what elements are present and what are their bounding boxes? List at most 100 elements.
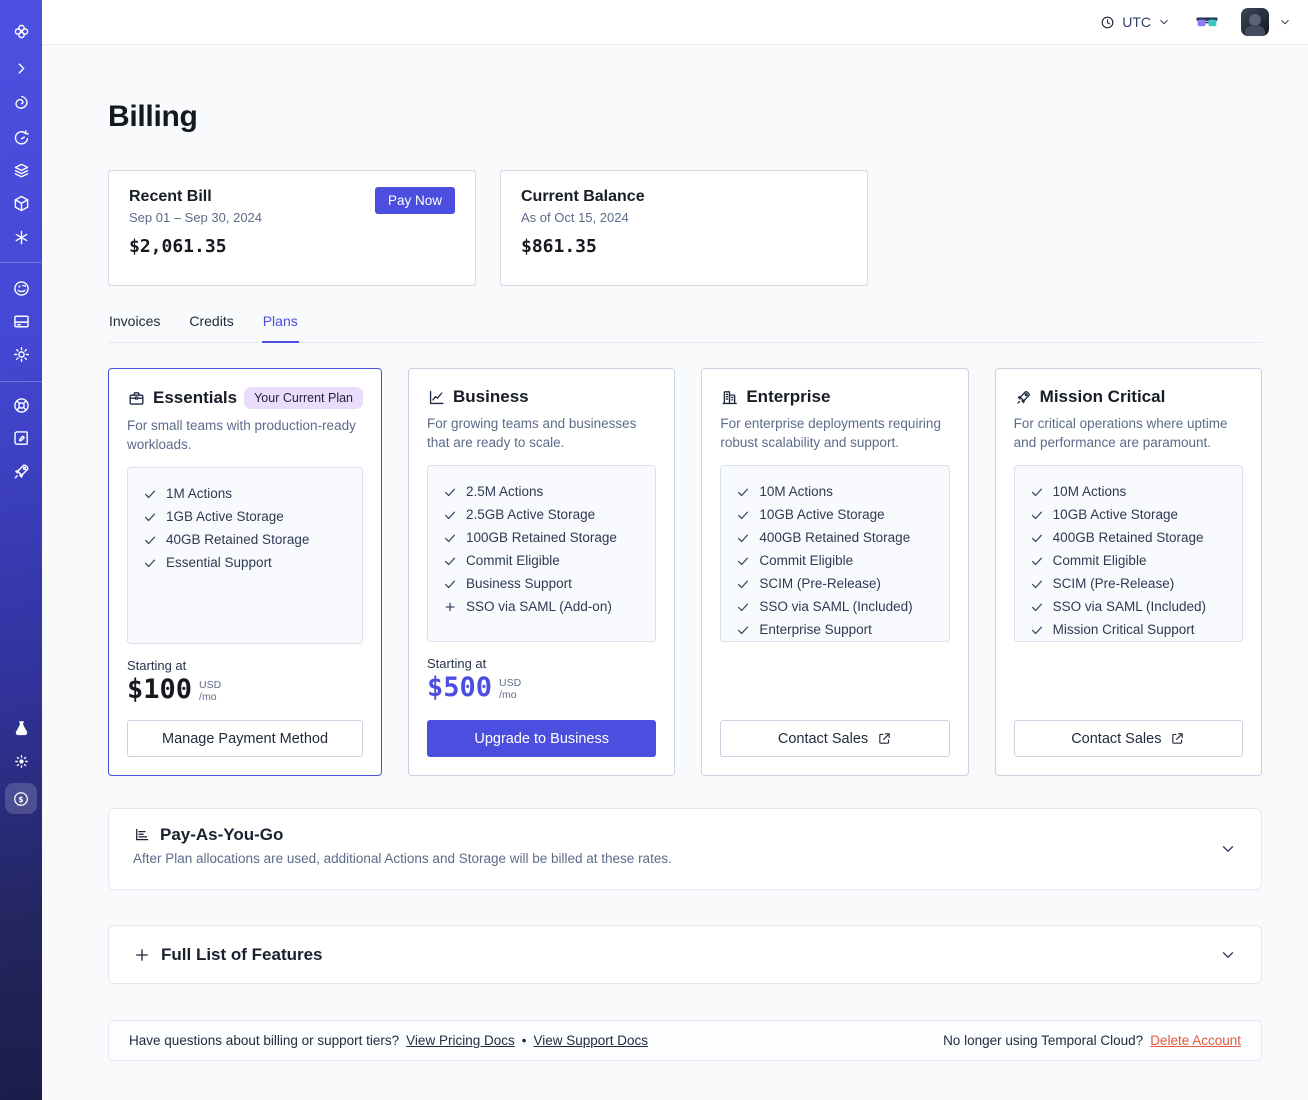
plan-feature-label: 10GB Active Storage: [1052, 507, 1178, 522]
3d-glasses-icon[interactable]: [1194, 12, 1220, 32]
chart-line-icon: [427, 388, 446, 407]
timer-icon[interactable]: [10, 126, 32, 148]
plan-feature-label: 10M Actions: [1052, 484, 1127, 499]
flask-icon[interactable]: [10, 717, 32, 739]
chevron-down-icon[interactable]: [1219, 840, 1237, 858]
spiral-icon[interactable]: [10, 92, 32, 114]
plan-feature-list: 10M Actions 10GB Active Storage 400GB Reta…: [720, 465, 950, 642]
plan-feature-label: 400GB Retained Storage: [759, 530, 911, 545]
payg-title: Pay-As-You-Go: [160, 825, 284, 844]
page-title: Billing: [108, 100, 198, 133]
sun-icon[interactable]: [10, 750, 32, 772]
plan-card-business: Business For growing teams and businesse…: [408, 368, 676, 776]
plan-description: For enterprise deployments requiring rob…: [720, 416, 941, 450]
plan-feature-label: Business Support: [466, 576, 572, 591]
check-icon: [144, 536, 156, 544]
check-icon: [444, 511, 456, 519]
check-icon: [738, 580, 749, 588]
contact-sales-label: Contact Sales: [777, 730, 869, 747]
current-balance-date: As of Oct 15, 2024: [521, 210, 629, 225]
price-currency: USD: [199, 679, 222, 691]
plan-feature-item: 400GB Retained Storage: [736, 530, 933, 545]
plan-name: Business: [453, 387, 529, 406]
check-icon: [1031, 557, 1042, 565]
plan-name: Enterprise: [746, 387, 831, 406]
chevron-down-icon[interactable]: [1278, 15, 1292, 29]
billing-dollar-icon[interactable]: $: [5, 783, 37, 814]
plan-feature-label: 10M Actions: [759, 484, 833, 499]
plan-feature-item: Business Support: [443, 576, 640, 591]
tab-plans[interactable]: Plans: [261, 309, 299, 343]
contact-sales-button[interactable]: Contact Sales: [1013, 720, 1243, 757]
plus-icon: [133, 946, 151, 964]
pricing-docs-link[interactable]: View Pricing Docs: [406, 1033, 515, 1048]
plan-feature-label: SCIM (Pre-Release): [759, 576, 881, 591]
check-icon: [144, 559, 156, 567]
pay-now-button[interactable]: Pay Now: [374, 187, 455, 214]
plan-card-essentials: Essentials Your Current Plan For small t…: [108, 368, 383, 776]
plan-feature-item: Enterprise Support: [736, 622, 933, 637]
tab-invoices[interactable]: Invoices: [108, 309, 161, 342]
plan-feature-label: 2.5M Actions: [466, 484, 544, 499]
payg-description: After Plan allocations are used, additio…: [133, 851, 672, 866]
plan-feature-label: SCIM (Pre-Release): [1052, 576, 1175, 591]
asterisk-icon[interactable]: [10, 226, 32, 248]
plan-feature-label: SSO via SAML (Add-on): [466, 599, 612, 614]
full-features-accordion[interactable]: Full List of Features: [108, 925, 1262, 984]
price-period: /mo: [199, 691, 217, 703]
payg-accordion[interactable]: Pay-As-You-Go After Plan allocations are…: [108, 808, 1262, 890]
lifebuoy-icon[interactable]: [10, 394, 32, 416]
plan-feature-item: SCIM (Pre-Release): [1030, 576, 1227, 591]
cube-icon[interactable]: [10, 192, 32, 214]
plan-feature-item: SSO via SAML (Included): [736, 599, 933, 614]
temporal-logo-icon[interactable]: [10, 20, 32, 42]
plan-feature-label: SSO via SAML (Included): [1052, 599, 1206, 614]
plan-name: Mission Critical: [1039, 387, 1166, 406]
plan-price-block: Starting at $500 USD /mo: [427, 656, 656, 703]
layers-icon[interactable]: [10, 159, 32, 181]
rocket-icon[interactable]: [10, 460, 32, 482]
card-icon[interactable]: [10, 310, 32, 332]
manage-payment-button[interactable]: Manage Payment Method: [127, 720, 364, 757]
plan-feature-list: 10M Actions 10GB Active Storage 400GB Reta…: [1013, 465, 1243, 642]
plan-name: Essentials: [153, 388, 238, 407]
current-balance-card: Current Balance As of Oct 15, 2024 $861.…: [500, 170, 868, 286]
gear-icon[interactable]: [10, 343, 32, 365]
plan-price-block: Starting at $100 USD /mo: [127, 658, 363, 705]
price-amount: $500: [427, 672, 493, 703]
plan-feature-label: 100GB Retained Storage: [466, 530, 617, 545]
clock-icon: [1101, 16, 1114, 28]
plan-card-enterprise: Enterprise For enterprise deployments re…: [701, 368, 969, 776]
plans-grid: Essentials Your Current Plan For small t…: [108, 368, 1262, 776]
check-icon: [738, 488, 749, 496]
plan-feature-item: Essential Support: [143, 555, 347, 570]
avatar[interactable]: [1241, 8, 1269, 36]
tab-credits[interactable]: Credits: [188, 309, 234, 342]
price-currency: USD: [499, 677, 522, 689]
plan-feature-label: Essential Support: [166, 555, 272, 570]
globe-icon[interactable]: [10, 277, 32, 299]
chevron-right-icon[interactable]: [10, 57, 32, 79]
plan-feature-item: 10M Actions: [1030, 484, 1227, 499]
plan-feature-item: Commit Eligible: [443, 553, 640, 568]
billing-tabs: Invoices Credits Plans: [108, 309, 1262, 343]
timezone-selector[interactable]: UTC: [1099, 14, 1171, 31]
plan-feature-label: 1M Actions: [166, 486, 233, 501]
price-prefix: Starting at: [427, 656, 487, 671]
current-balance-amount: $861.35: [521, 236, 597, 257]
check-icon: [738, 626, 749, 634]
book-icon[interactable]: [10, 427, 32, 449]
support-docs-link[interactable]: View Support Docs: [533, 1033, 648, 1048]
contact-sales-button[interactable]: Contact Sales: [720, 720, 950, 757]
plan-description: For critical operations where uptime and…: [1013, 416, 1228, 450]
upgrade-business-button[interactable]: Upgrade to Business: [427, 720, 657, 757]
check-icon: [444, 534, 456, 542]
footer-delete-question: No longer using Temporal Cloud?: [943, 1033, 1144, 1048]
delete-account-link[interactable]: Delete Account: [1150, 1033, 1241, 1048]
timezone-label: UTC: [1122, 14, 1151, 30]
sidebar-divider: [0, 381, 42, 382]
current-plan-badge: Your Current Plan: [244, 387, 364, 409]
check-icon: [444, 580, 456, 588]
chevron-down-icon[interactable]: [1219, 946, 1237, 964]
check-icon: [144, 513, 156, 521]
